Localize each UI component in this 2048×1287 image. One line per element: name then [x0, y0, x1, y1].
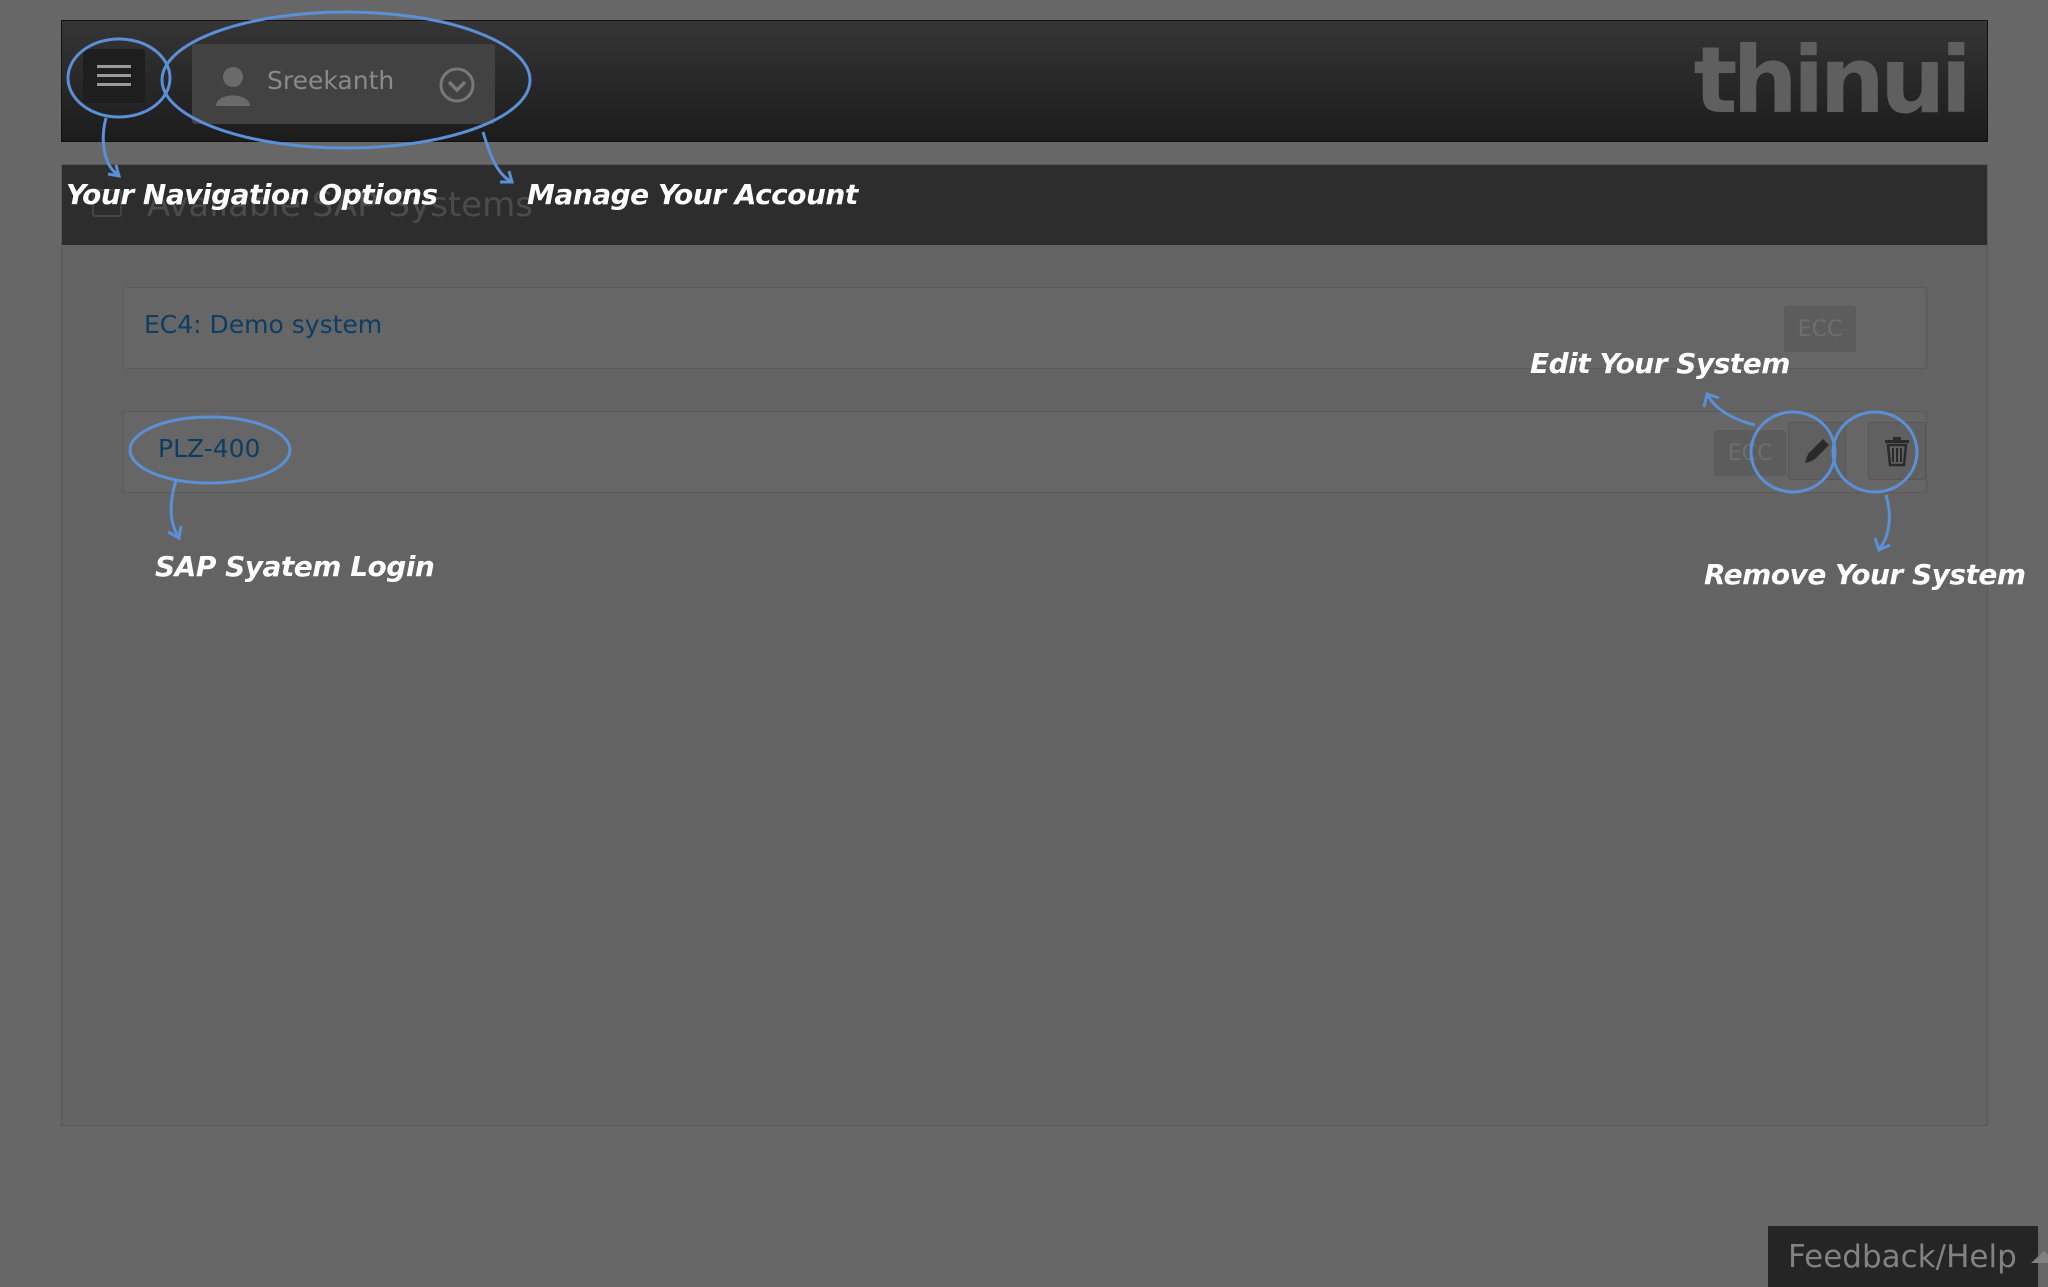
annotation-edit: Edit Your System: [1530, 347, 1790, 380]
remove-system-button[interactable]: [1868, 422, 1926, 480]
system-link-plz400[interactable]: PLZ-400: [158, 434, 260, 463]
account-user-name: Sreekanth: [267, 66, 395, 95]
chevron-down-circle-icon: [439, 67, 475, 103]
person-icon: [216, 67, 250, 106]
navigation-menu-button[interactable]: [83, 49, 145, 103]
system-link-ec4[interactable]: EC4: Demo system: [144, 310, 382, 339]
feedback-help-label: Feedback/Help: [1788, 1238, 2017, 1275]
annotation-system-login: SAP Syatem Login: [155, 550, 435, 583]
system-type-badge: ECC: [1784, 306, 1856, 352]
edit-system-button[interactable]: [1788, 422, 1846, 480]
top-header-bar: Sreekanth thinui: [61, 20, 1988, 142]
feedback-help-tab[interactable]: Feedback/Help: [1768, 1226, 2048, 1287]
caret-up-icon: [2030, 1250, 2048, 1263]
hamburger-icon: [97, 65, 131, 86]
pencil-icon: [1805, 439, 1829, 463]
trash-icon: [1885, 437, 1909, 467]
account-menu-button[interactable]: Sreekanth: [192, 44, 495, 124]
thinui-logo: thinui: [1693, 27, 1972, 134]
system-row[interactable]: PLZ-400 ECC: [123, 411, 1927, 493]
annotation-navigation: Your Navigation Options: [66, 178, 438, 211]
annotation-remove: Remove Your System: [1704, 558, 2026, 591]
annotation-account: Manage Your Account: [527, 178, 858, 211]
system-type-badge: ECC: [1714, 430, 1786, 476]
sap-systems-panel: Available SAP Systems EC4: Demo system E…: [61, 164, 1988, 1126]
